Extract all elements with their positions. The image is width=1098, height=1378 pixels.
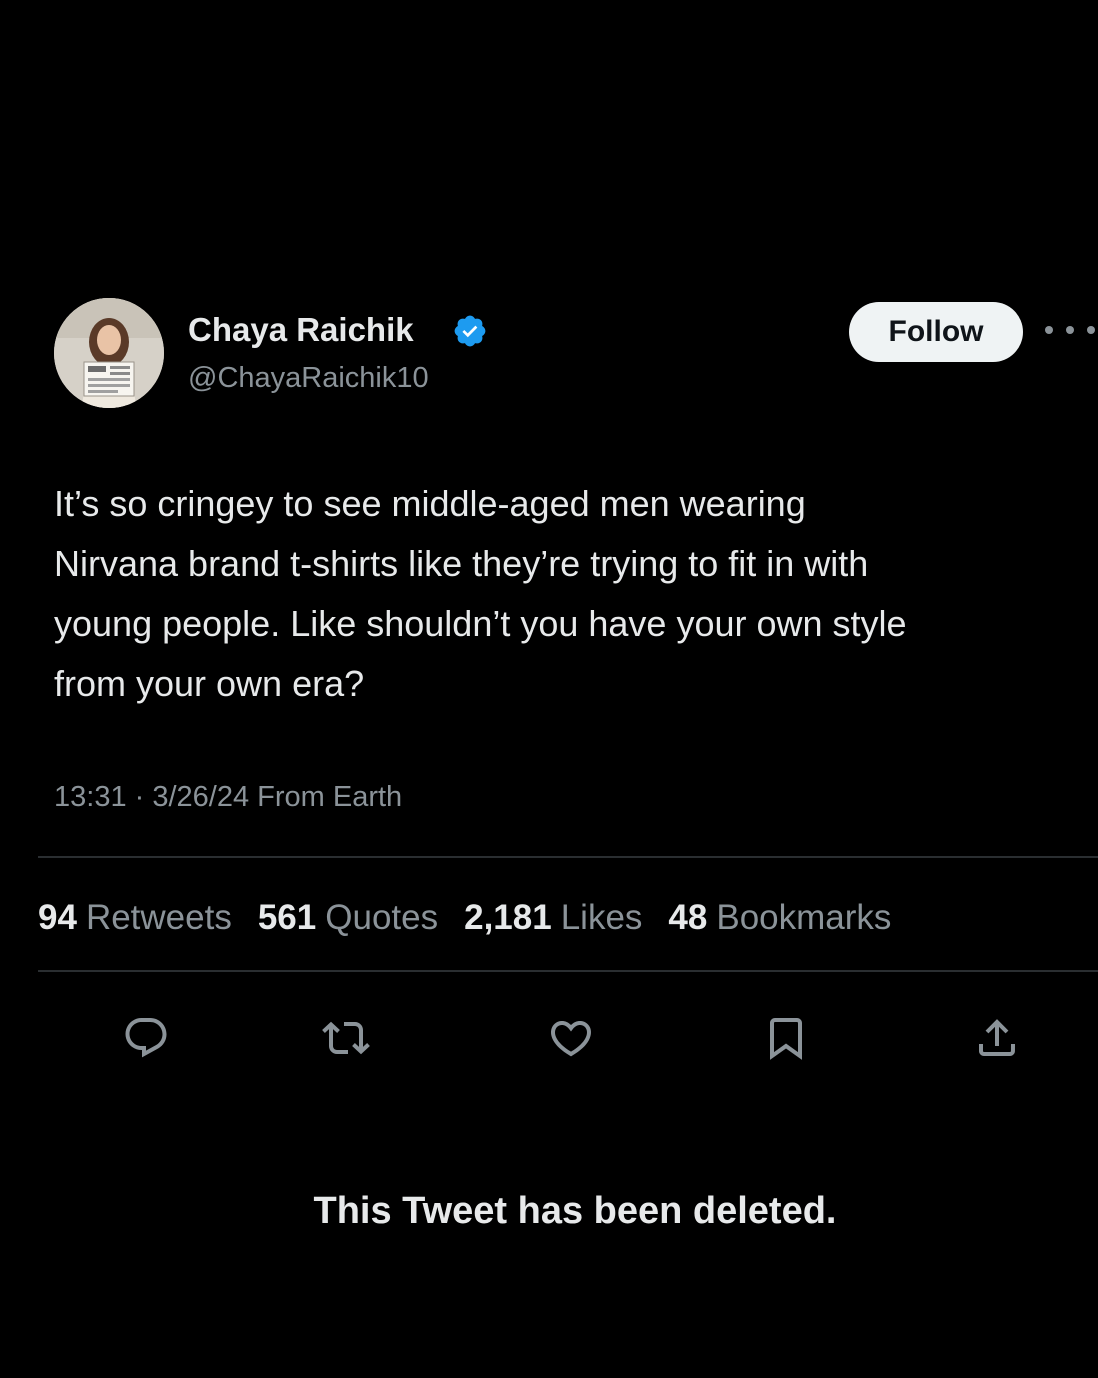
stat-label: Quotes [325, 898, 439, 937]
stat-bookmarks[interactable]: 48 Bookmarks [668, 898, 891, 938]
more-dot [1087, 326, 1095, 334]
stat-label: Retweets [85, 898, 232, 937]
avatar[interactable] [54, 298, 164, 408]
retweet-button[interactable] [316, 1008, 376, 1068]
profile-photo-icon [54, 298, 164, 408]
stat-count: 94 [38, 898, 77, 937]
verified-badge-icon [454, 315, 486, 347]
divider [38, 970, 1098, 972]
bookmark-button[interactable] [756, 1008, 816, 1068]
stat-count: 48 [668, 898, 708, 937]
share-icon [979, 1019, 1015, 1056]
like-icon [550, 1021, 592, 1057]
reply-button[interactable] [116, 1008, 176, 1068]
engagement-stats: 94 Retweets 561 Quotes 2,181 Likes 48 Bo… [38, 890, 891, 946]
divider [38, 856, 1098, 858]
stat-label: Likes [560, 898, 643, 937]
more-dot [1066, 326, 1074, 334]
stat-likes[interactable]: 2,181 Likes [464, 898, 642, 938]
reply-icon [125, 1018, 167, 1058]
share-button[interactable] [967, 1008, 1027, 1068]
tweet-timestamp[interactable]: 13:31 · 3/26/24 From Earth [54, 776, 402, 818]
tweet-text: It’s so cringey to see middle-aged men w… [54, 483, 907, 704]
stat-label: Bookmarks [716, 898, 892, 937]
stat-count: 561 [257, 898, 317, 937]
retweet-icon [322, 1021, 370, 1055]
stat-count: 2,181 [464, 898, 552, 937]
stat-quotes[interactable]: 561 Quotes [258, 898, 438, 938]
more-icon[interactable] [1045, 318, 1095, 342]
user-handle[interactable]: @ChayaRaichik10 [188, 358, 429, 398]
follow-button[interactable]: Follow [849, 302, 1023, 362]
action-bar [0, 1008, 1098, 1068]
more-dot [1045, 326, 1053, 334]
display-name[interactable]: Chaya Raichik [188, 308, 414, 352]
bookmark-icon [770, 1018, 802, 1060]
like-button[interactable] [541, 1008, 601, 1068]
stat-retweets[interactable]: 94 Retweets [38, 898, 232, 938]
deleted-notice: This Tweet has been deleted. [313, 1190, 837, 1232]
